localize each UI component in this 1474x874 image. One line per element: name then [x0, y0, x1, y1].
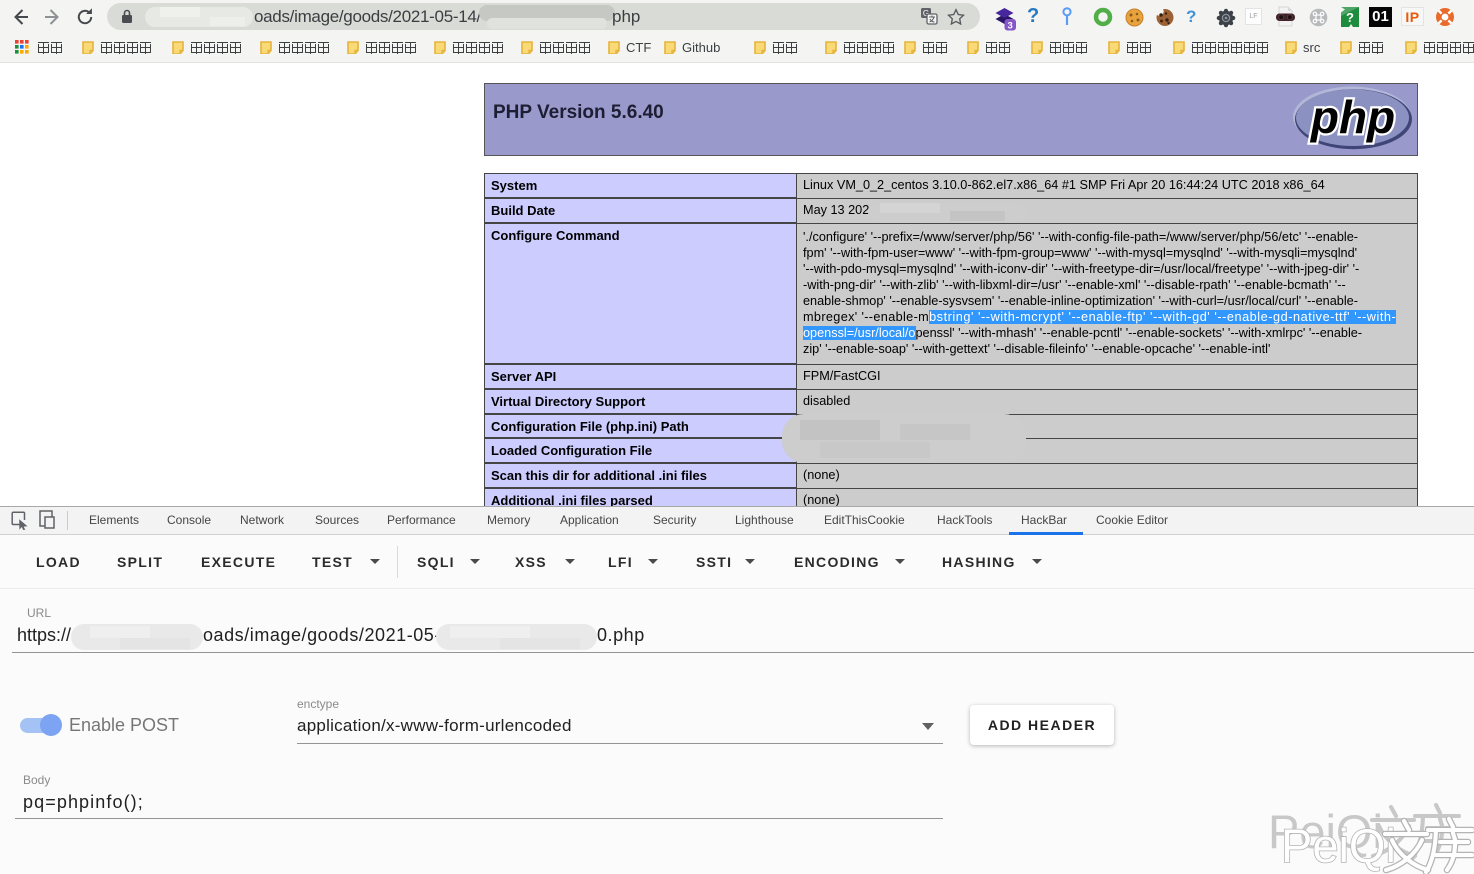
- svg-text:?: ?: [1346, 10, 1354, 25]
- svg-text:php: php: [1309, 91, 1395, 143]
- svg-text:PeiQi: PeiQi: [1281, 819, 1396, 872]
- svg-text:3: 3: [1008, 20, 1013, 31]
